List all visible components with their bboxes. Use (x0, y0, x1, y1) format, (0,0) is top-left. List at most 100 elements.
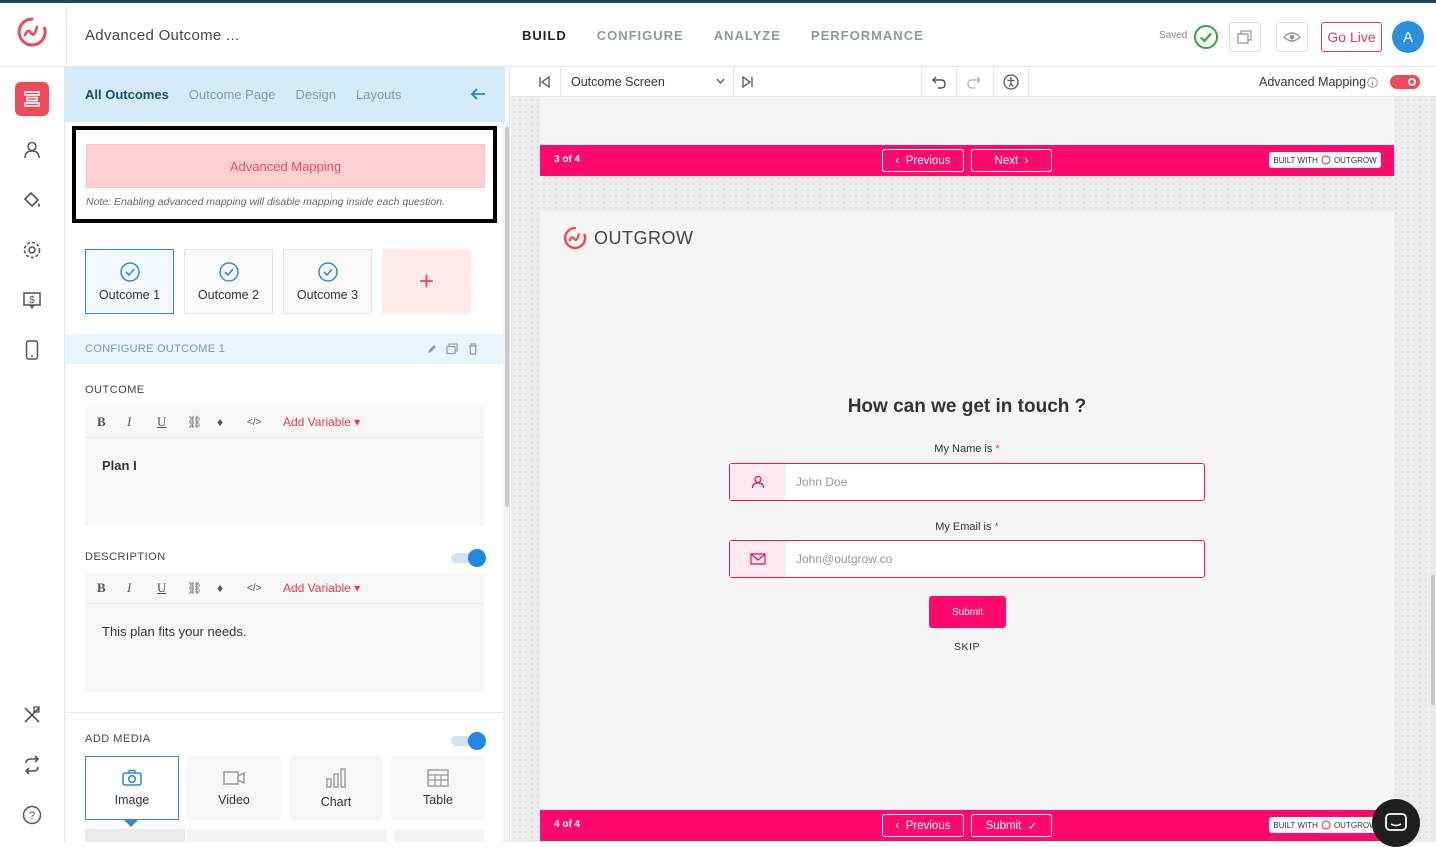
svg-text:$: $ (29, 295, 35, 306)
color-drop-icon[interactable]: ♦ (217, 581, 247, 595)
nav-build[interactable]: BUILD (522, 28, 567, 43)
selected-pointer (124, 820, 138, 827)
tab-design[interactable]: Design (296, 87, 336, 102)
media-toggle[interactable] (451, 732, 486, 750)
screen-select[interactable]: Outcome Screen (571, 75, 665, 89)
trash-icon[interactable] (468, 343, 478, 355)
build-icon[interactable] (15, 82, 49, 116)
chevron-down-icon[interactable] (716, 78, 725, 85)
info-icon[interactable] (1367, 77, 1378, 88)
app-title[interactable]: Advanced Outcome ... (85, 27, 239, 44)
saved-label: Saved (1159, 30, 1188, 41)
color-drop-icon[interactable]: ♦ (217, 415, 247, 429)
underline-icon[interactable]: U (157, 414, 187, 430)
media-option-table[interactable]: Table (391, 756, 485, 820)
page-count: 3 of 4 (554, 154, 581, 165)
next-button[interactable]: Next › (971, 149, 1052, 172)
description-toggle[interactable] (451, 549, 486, 567)
previous-button[interactable]: ‹ Previous (882, 149, 964, 172)
italic-icon[interactable]: I (127, 414, 157, 430)
media-option-label: Chart (320, 795, 352, 809)
check-circle-icon (317, 261, 338, 282)
last-page-icon[interactable] (741, 76, 753, 88)
brand-name: OUTGROW (594, 227, 694, 248)
previous-screen: 3 of 4 ‹ Previous Next › BUILT WITH OUTGR… (540, 97, 1394, 176)
redo-icon[interactable] (967, 75, 981, 89)
dollar-chat-icon[interactable]: $ (15, 283, 49, 317)
tab-all-outcomes[interactable]: All Outcomes (85, 87, 169, 102)
copy-icon[interactable] (446, 343, 458, 355)
image-thumbnail[interactable] (394, 829, 484, 842)
outcome-text[interactable]: Plan I (85, 438, 484, 493)
add-media-section-label: ADD MEDIA (85, 733, 151, 745)
submit-button[interactable]: Submit (929, 596, 1006, 628)
built-with-badge[interactable]: BUILT WITH OUTGROW (1269, 152, 1381, 168)
mobile-icon[interactable] (15, 333, 49, 367)
outcome-card-label: Outcome 3 (296, 287, 359, 302)
outcome-card-2[interactable]: Outcome 2 (184, 249, 273, 314)
name-field[interactable] (729, 463, 1205, 501)
chat-launcher-button[interactable] (1372, 799, 1420, 847)
advanced-mapping-toggle[interactable] (1390, 75, 1420, 89)
previous-button[interactable]: ‹ Previous (882, 814, 964, 837)
duplicate-button[interactable] (1229, 22, 1261, 52)
underline-icon[interactable]: U (157, 580, 187, 596)
media-option-video[interactable]: Video (187, 756, 281, 820)
built-with-badge[interactable]: BUILT WITH OUTGROW (1269, 817, 1381, 833)
nav-analyze[interactable]: ANALYZE (714, 28, 781, 43)
email-input[interactable] (796, 550, 1186, 568)
avatar[interactable]: A (1392, 21, 1424, 53)
outcome-card-label: Outcome 1 (98, 287, 161, 302)
add-variable-dropdown[interactable]: Add Variable ▾ (283, 581, 360, 595)
form-title: How can we get in touch ? (847, 396, 1087, 417)
paint-bucket-icon[interactable] (15, 183, 49, 217)
media-option-label: Video (218, 793, 250, 807)
page-count: 4 of 4 (554, 819, 581, 830)
media-option-image[interactable]: Image (85, 756, 179, 820)
go-live-button[interactable]: Go Live (1321, 22, 1382, 52)
tab-outcome-page[interactable]: Outcome Page (189, 87, 276, 102)
user-icon[interactable] (15, 133, 49, 167)
description-text[interactable]: This plan fits your needs. (85, 604, 484, 659)
screen-footer-bar: 3 of 4 ‹ Previous Next › BUILT WITH OUTGR… (540, 145, 1394, 176)
description-editor[interactable]: B I U ⛓ ♦ </> Add Variable ▾ This plan f… (85, 573, 484, 692)
add-outcome-button[interactable]: + (382, 249, 471, 314)
nav-performance[interactable]: PERFORMANCE (811, 28, 924, 43)
first-page-icon[interactable] (539, 76, 551, 88)
outcome-card-1[interactable]: Outcome 1 (85, 249, 174, 314)
code-icon[interactable]: </> (247, 417, 277, 428)
image-thumbnail[interactable] (187, 829, 387, 842)
italic-icon[interactable]: I (127, 580, 157, 596)
outcome-editor[interactable]: B I U ⛓ ♦ </> Add Variable ▾ Plan I (85, 407, 484, 526)
submit-footer-button[interactable]: Submit ✓ (971, 814, 1052, 837)
code-icon[interactable]: </> (247, 583, 277, 594)
nav-configure[interactable]: CONFIGURE (597, 28, 684, 43)
tools-icon[interactable] (15, 698, 49, 732)
email-field[interactable] (729, 540, 1205, 578)
bold-icon[interactable]: B (97, 580, 127, 596)
divider (1028, 67, 1029, 97)
add-variable-dropdown[interactable]: Add Variable ▾ (283, 415, 360, 429)
canvas-scrollbar[interactable] (1431, 575, 1435, 705)
outcome-card-3[interactable]: Outcome 3 (283, 249, 372, 314)
gear-icon[interactable] (15, 233, 49, 267)
bold-icon[interactable]: B (97, 414, 127, 430)
arrow-left-icon[interactable] (469, 85, 487, 103)
accessibility-icon[interactable] (1003, 74, 1019, 90)
pencil-icon[interactable] (427, 344, 437, 354)
help-icon[interactable]: ? (15, 798, 49, 832)
undo-icon[interactable] (932, 75, 946, 89)
panel-scrollbar[interactable] (505, 127, 509, 507)
media-option-label: Image (114, 793, 150, 807)
media-option-chart[interactable]: Chart (289, 756, 383, 820)
skip-link[interactable]: SKIP (540, 641, 1394, 653)
advanced-mapping-button[interactable]: Advanced Mapping (86, 144, 485, 188)
link-icon[interactable]: ⛓ (187, 415, 217, 429)
link-icon[interactable]: ⛓ (187, 581, 217, 595)
tab-layouts[interactable]: Layouts (356, 87, 402, 102)
preview-button[interactable] (1276, 22, 1308, 52)
name-input[interactable] (796, 473, 1186, 491)
image-thumbnail[interactable] (85, 829, 185, 842)
refresh-icon[interactable] (15, 748, 49, 782)
outgrow-logo-icon[interactable] (15, 15, 49, 49)
